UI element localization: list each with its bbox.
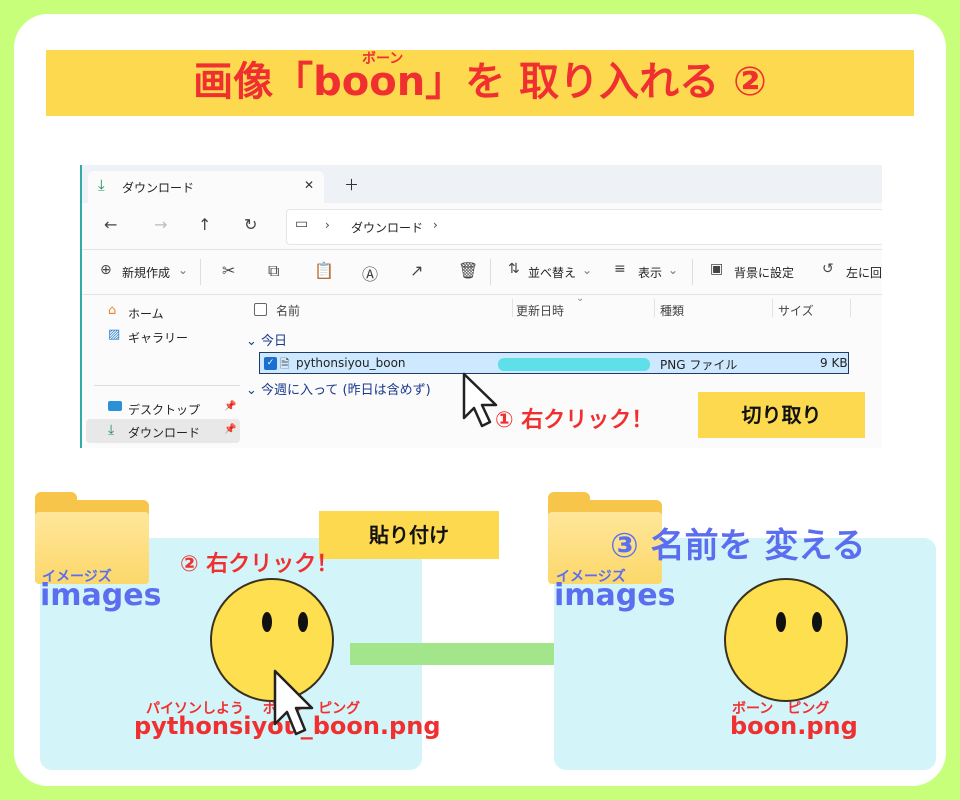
share-icon[interactable]: ↗	[410, 261, 423, 280]
sort-icon: ⇅	[508, 261, 520, 277]
tab-label: ダウンロード	[122, 181, 195, 195]
home-icon: ⌂	[108, 303, 117, 318]
back-arrow-icon[interactable]: ←	[104, 215, 117, 234]
file-icon: 🗎	[280, 357, 290, 371]
desktop-icon	[108, 401, 122, 411]
close-icon[interactable]: ✕	[304, 178, 314, 192]
sidebar-item-desktop[interactable]: デスクトップ 📌	[108, 399, 238, 419]
sidebar-item-gallery[interactable]: ▨ ギャラリー	[108, 327, 238, 347]
paste-icon[interactable]: 📋	[314, 261, 334, 280]
scissors-icon[interactable]: ✂	[222, 261, 235, 280]
pin-icon[interactable]: 📌	[224, 424, 236, 435]
forward-arrow-icon[interactable]: →	[154, 215, 167, 234]
chevron-right-icon: ›	[325, 218, 330, 232]
plus-circle-icon: ⊕	[100, 262, 112, 278]
sort-button[interactable]: 並べ替え	[528, 264, 576, 281]
download-icon: ⤓	[98, 176, 105, 194]
chevron-down-icon: ⌄	[178, 263, 189, 277]
divider	[850, 299, 851, 317]
chevron-down-icon: ⌄	[582, 263, 593, 277]
new-tab-button[interactable]: ＋	[344, 174, 359, 195]
column-name[interactable]: 名前	[276, 302, 300, 319]
file-type: PNG ファイル	[660, 358, 738, 372]
sidebar-item-label: ギャラリー	[128, 331, 189, 345]
view-icon: ≡	[614, 261, 626, 277]
gallery-icon: ▨	[108, 327, 121, 342]
navigation-pane: ⌂ ホーム ▨ ギャラリー デスクトップ 📌 ⤓ ダウンロード 📌	[82, 295, 242, 448]
breadcrumb-item[interactable]: ダウンロード	[351, 219, 423, 236]
select-all-checkbox[interactable]	[254, 303, 267, 316]
eye	[812, 612, 822, 632]
folder-name: images	[554, 578, 676, 613]
sidebar-item-label: ホーム	[128, 307, 164, 321]
title-banner: ボーン 画像「boon」を 取り入れる ②	[46, 50, 914, 116]
command-bar: ⊕ 新規作成 ⌄ ✂ ⧉ 📋 Ⓐ ↗ 🗑 ⇅ 並べ替え ⌄ ≡ 表示 ⌄ ▣ 背…	[82, 250, 882, 295]
view-button[interactable]: 表示	[638, 264, 662, 281]
chevron-down-icon: ⌄	[668, 263, 679, 277]
sort-chevron-icon: ⌄	[576, 293, 585, 304]
chevron-right-icon: ›	[433, 218, 438, 232]
column-size[interactable]: サイズ	[778, 302, 814, 319]
divider	[692, 259, 693, 285]
new-button[interactable]: 新規作成	[122, 264, 170, 281]
eye	[262, 612, 272, 632]
rotate-left-button[interactable]: 左に回	[846, 264, 882, 281]
navigation-bar: ← → ↑ ↻ ▭ › ダウンロード ›	[82, 203, 882, 250]
sidebar-item-label: デスクトップ	[128, 403, 201, 417]
rename-icon[interactable]: Ⓐ	[362, 261, 378, 285]
divider	[654, 299, 655, 317]
divider	[512, 299, 513, 317]
step2-label: ② 右クリック！	[180, 552, 339, 577]
eye	[776, 612, 786, 632]
eye	[298, 612, 308, 632]
copy-icon[interactable]: ⧉	[268, 261, 279, 281]
download-icon: ⤓	[108, 422, 115, 438]
tab-downloads[interactable]: ⤓ ダウンロード ✕	[88, 171, 324, 203]
mouse-cursor-icon	[273, 669, 314, 736]
tab-strip: ⤓ ダウンロード ✕ ＋	[82, 165, 882, 203]
page-title: 画像「boon」を 取り入れる ②	[193, 59, 767, 105]
paste-menu-label: 貼り付け	[319, 511, 499, 559]
column-modified[interactable]: 更新日時	[516, 302, 564, 319]
address-bar[interactable]: ▭ › ダウンロード ›	[286, 209, 882, 245]
divider	[200, 259, 201, 285]
file-name-after: boon.png	[730, 712, 858, 740]
redacted-date	[498, 358, 650, 371]
step3-label: ③ 名前を 変える	[610, 526, 866, 566]
file-name: pythonsiyou_boon	[296, 356, 406, 370]
set-wallpaper-button[interactable]: 背景に設定	[734, 264, 794, 281]
group-header-today[interactable]: ⌄ 今日	[246, 330, 287, 349]
column-header-row: 名前 更新日時 ⌄ 種類 サイズ	[242, 293, 882, 321]
sidebar-item-downloads[interactable]: ⤓ ダウンロード 📌	[86, 419, 240, 443]
pin-icon[interactable]: 📌	[224, 401, 236, 412]
trash-icon[interactable]: 🗑	[458, 261, 478, 280]
divider	[490, 259, 491, 285]
file-size: 9 KB	[820, 356, 848, 370]
sidebar-item-label: ダウンロード	[128, 426, 201, 440]
boon-face-icon	[724, 578, 848, 702]
folder-name: images	[40, 578, 162, 613]
table-row[interactable]: ✓ 🗎 pythonsiyou_boon PNG ファイル 9 KB	[259, 352, 849, 374]
monitor-icon: ▭	[295, 216, 309, 232]
refresh-icon[interactable]: ↻	[244, 215, 257, 234]
cut-menu-label: 切り取り	[698, 392, 865, 438]
group-header-this-week[interactable]: ⌄ 今週に入って (昨日は含めず)	[246, 379, 431, 398]
step1-label: ① 右クリック！	[495, 408, 654, 433]
up-arrow-icon[interactable]: ↑	[198, 215, 211, 234]
sidebar-item-home[interactable]: ⌂ ホーム	[108, 303, 238, 323]
divider	[94, 385, 240, 386]
row-checkbox[interactable]: ✓	[264, 357, 277, 370]
divider	[772, 299, 773, 317]
column-type[interactable]: 種類	[660, 302, 684, 319]
wallpaper-icon: ▣	[710, 261, 724, 277]
rotate-left-icon: ↺	[822, 261, 834, 277]
